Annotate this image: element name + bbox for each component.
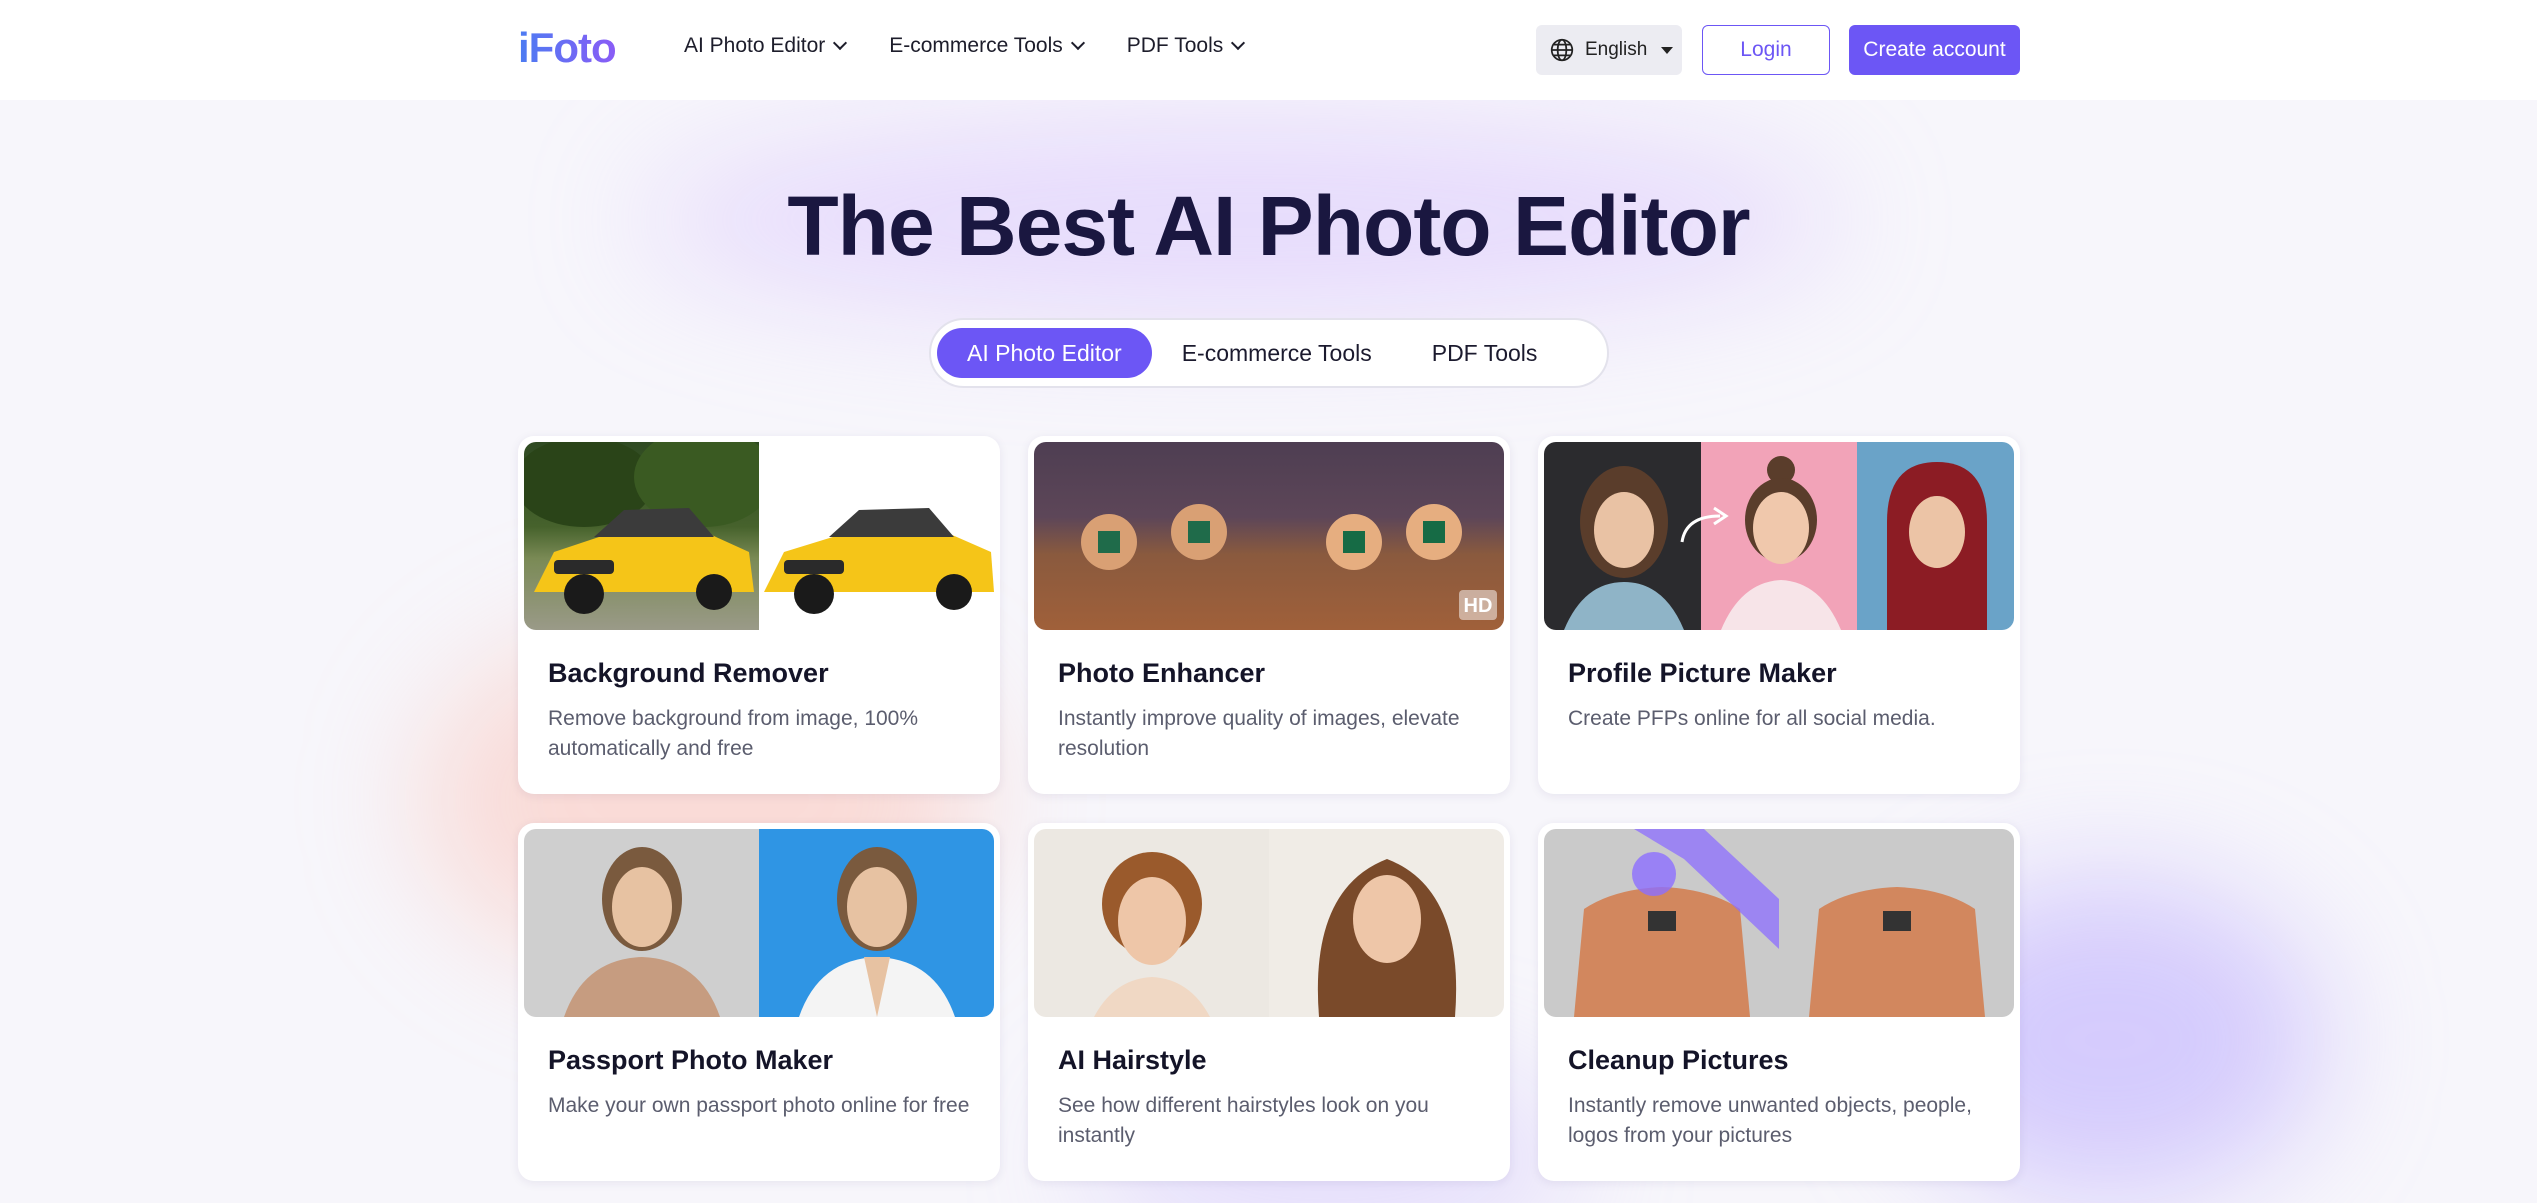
card-cleanup-pictures[interactable]: Cleanup Pictures Instantly remove unwant… (1538, 823, 2020, 1181)
main-nav: AI Photo Editor E-commerce Tools PDF Too… (684, 34, 1246, 58)
after-image: HD (1269, 442, 1504, 630)
nav-label: E-commerce Tools (889, 34, 1063, 57)
card-title: Background Remover (548, 658, 829, 688)
chevron-down-icon (1231, 35, 1246, 51)
globe-icon (1550, 38, 1574, 62)
arrow-icon (1680, 506, 1729, 543)
after-image (1269, 829, 1504, 1017)
card-thumbnail (1544, 442, 2014, 630)
nav-ai-photo-editor[interactable]: AI Photo Editor (684, 34, 848, 58)
card-title: Cleanup Pictures (1568, 1045, 1789, 1075)
language-label: English (1585, 39, 1648, 60)
card-description: Remove background from image, 100% autom… (548, 707, 919, 760)
top-navigation-bar: iFoto AI Photo Editor E-commerce Tools P… (0, 0, 2537, 100)
nav-ecommerce-tools[interactable]: E-commerce Tools (889, 34, 1085, 58)
card-thumbnail (1034, 829, 1504, 1017)
card-thumbnail (524, 442, 994, 630)
after-image (759, 829, 994, 1017)
car-image (524, 442, 759, 614)
card-thumbnail: HD (1034, 442, 1504, 630)
before-image (1034, 442, 1269, 630)
short-hair-portrait-image (1094, 852, 1210, 1017)
card-description: Instantly remove unwanted objects, peopl… (1568, 1094, 1972, 1147)
tab-pdf-tools[interactable]: PDF Tools (1402, 328, 1568, 378)
ifoto-logo[interactable]: iFoto (518, 24, 617, 72)
language-selector[interactable]: English (1536, 25, 1682, 75)
earrings-enhanced-image: HD (1326, 504, 1497, 620)
woman-portrait-image (1887, 462, 1988, 630)
woman-portrait-image (564, 847, 720, 1017)
nav-label: AI Photo Editor (684, 34, 826, 57)
card-description: See how different hairstyles look on you… (1058, 1094, 1429, 1147)
before-image (1034, 829, 1269, 1017)
page-title: The Best AI Photo Editor (787, 179, 1750, 273)
jacket-image (1574, 829, 1779, 1017)
card-description: Make your own passport photo online for … (548, 1094, 970, 1117)
card-thumbnail (1544, 829, 2014, 1017)
before-image (1544, 829, 1779, 1017)
portrait-blue (1857, 442, 2014, 630)
card-photo-enhancer[interactable]: HD Photo Enhancer Instantly improve qual… (1028, 436, 1510, 794)
card-profile-picture-maker[interactable]: Profile Picture Maker Create PFPs online… (1538, 436, 2020, 794)
card-title: Passport Photo Maker (548, 1045, 834, 1075)
hd-badge: HD (1464, 595, 1493, 617)
nav-pdf-tools[interactable]: PDF Tools (1126, 34, 1246, 58)
woman-passport-image (799, 847, 955, 1017)
card-thumbnail (524, 829, 994, 1017)
card-background-remover[interactable]: Background Remover Remove background fro… (518, 436, 1000, 794)
tab-ai-photo-editor[interactable]: AI Photo Editor (937, 328, 1152, 378)
before-image (524, 442, 759, 630)
after-image (1779, 829, 2014, 1017)
card-title: Photo Enhancer (1058, 658, 1266, 688)
before-image (524, 829, 759, 1017)
chevron-down-icon (1070, 35, 1085, 51)
login-button[interactable]: Login (1702, 25, 1830, 75)
caret-down-icon (1661, 46, 1674, 54)
card-description: Instantly improve quality of images, ele… (1058, 707, 1460, 760)
card-title: Profile Picture Maker (1568, 658, 1837, 688)
long-hair-portrait-image (1317, 859, 1457, 1017)
tool-category-tabs: AI Photo Editor E-commerce Tools PDF Too… (929, 318, 1609, 388)
card-passport-photo-maker[interactable]: Passport Photo Maker Make your own passp… (518, 823, 1000, 1181)
tab-ecommerce-tools[interactable]: E-commerce Tools (1152, 328, 1402, 378)
after-image (759, 442, 994, 630)
card-title: AI Hairstyle (1058, 1045, 1207, 1075)
car-cutout-image (764, 508, 994, 614)
nav-label: PDF Tools (1126, 34, 1224, 57)
create-account-button[interactable]: Create account (1849, 25, 2020, 75)
card-ai-hairstyle[interactable]: AI Hairstyle See how different hairstyle… (1028, 823, 1510, 1181)
earrings-image (1081, 504, 1227, 570)
jacket-cleaned-image (1809, 887, 1985, 1017)
chevron-down-icon (833, 35, 848, 51)
card-description: Create PFPs online for all social media. (1568, 707, 1936, 730)
